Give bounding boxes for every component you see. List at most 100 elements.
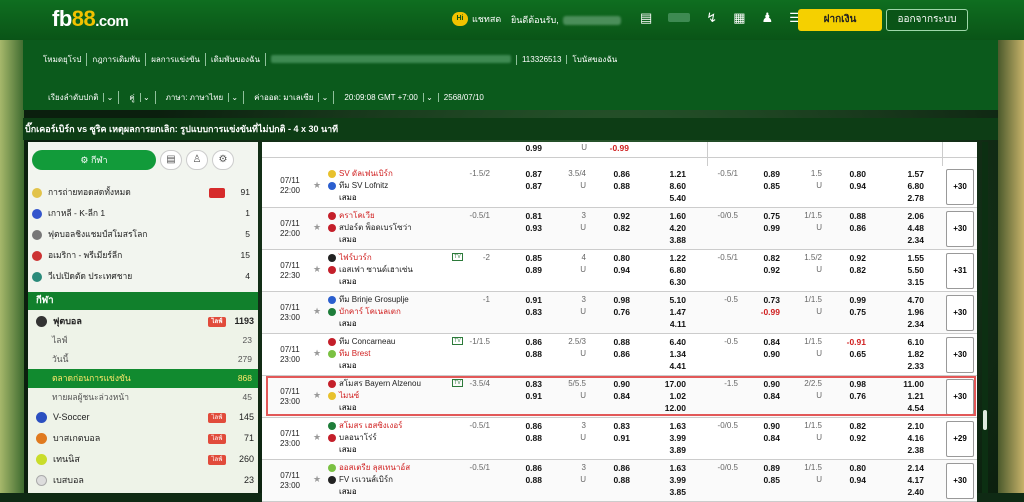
odds-cell[interactable]: 0.94: [824, 180, 866, 192]
odds-cell[interactable]: 8.60: [642, 180, 686, 192]
odds-cell[interactable]: 4.17: [880, 474, 924, 486]
odds-cell[interactable]: 0.82: [824, 264, 866, 276]
odds-cell[interactable]: 0.82: [738, 252, 780, 264]
odds-cell[interactable]: 0.99: [738, 222, 780, 234]
odds-select[interactable]: ค่าออด: มาเลเซีย ⌄: [244, 91, 335, 104]
schedule-icon[interactable]: ▤: [160, 150, 182, 170]
odds-cell[interactable]: 6.10: [880, 336, 924, 348]
home-team[interactable]: ทีม Concarneau: [328, 336, 448, 348]
odds-cell[interactable]: 0.84: [588, 390, 630, 402]
odds-cell[interactable]: 1.21: [880, 390, 924, 402]
user-icon[interactable]: ♟: [762, 10, 774, 26]
odds-cell[interactable]: 0.99: [502, 142, 542, 154]
odds-cell[interactable]: 0.89: [500, 264, 542, 276]
odds-cell[interactable]: -0.91: [824, 336, 866, 348]
odds-icon[interactable]: ▦: [733, 10, 745, 26]
odds-cell[interactable]: 0.99: [824, 294, 866, 306]
odds-cell[interactable]: 2.10: [880, 420, 924, 432]
odds-cell[interactable]: 2.78: [880, 192, 924, 204]
odds-cell[interactable]: 0.93: [500, 222, 542, 234]
odds-cell[interactable]: 4.20: [642, 222, 686, 234]
odds-cell[interactable]: 0.86: [824, 222, 866, 234]
language-select[interactable]: ภาษา: ภาษาไทย ⌄: [156, 91, 245, 104]
odds-cell[interactable]: 1.21: [642, 168, 686, 180]
sport-v-soccer[interactable]: V-Soccer ไลฟ์ 145: [28, 408, 258, 427]
favorite-star-icon[interactable]: ★: [313, 222, 321, 233]
home-team[interactable]: ออสเตรีย ลุสเทนาอ์ส: [328, 462, 448, 474]
odds-cell[interactable]: 0.90: [738, 378, 780, 390]
odds-cell[interactable]: 0.92: [824, 432, 866, 444]
wallet-icon[interactable]: ▤: [640, 10, 652, 26]
odds-cell[interactable]: 0.86: [500, 336, 542, 348]
odds-cell[interactable]: -0.99: [738, 306, 780, 318]
odds-cell[interactable]: 0.84: [738, 390, 780, 402]
odds-cell[interactable]: 5.50: [880, 264, 924, 276]
odds-cell[interactable]: 0.83: [500, 306, 542, 318]
odds-cell[interactable]: 0.98: [824, 378, 866, 390]
quick-item-volleyball[interactable]: วีเปเปิดตัด ประเทศชาย 4: [32, 267, 254, 286]
odds-cell[interactable]: 2.34: [880, 234, 924, 246]
sort-select[interactable]: เรียงลำดับปกติ ⌄: [38, 91, 120, 104]
odds-cell[interactable]: 3.89: [642, 444, 686, 456]
odds-cell[interactable]: 0.83: [588, 420, 630, 432]
sports-fav-button[interactable]: ⚙ กีฬา: [32, 150, 156, 170]
away-team[interactable]: เอสเฟา ซานด์เฮาเซ่น: [328, 264, 448, 276]
odds-cell[interactable]: 0.91: [500, 390, 542, 402]
odds-cell[interactable]: 0.84: [738, 336, 780, 348]
scrollbar-track[interactable]: [982, 142, 988, 493]
odds-cell[interactable]: 1.47: [642, 306, 686, 318]
settings-icon[interactable]: ⚙: [212, 150, 234, 170]
more-markets-button[interactable]: +30: [946, 463, 974, 499]
odds-cell[interactable]: 0.81: [500, 210, 542, 222]
favorite-star-icon[interactable]: ★: [313, 390, 321, 401]
odds-cell[interactable]: 0.86: [588, 348, 630, 360]
odds-cell[interactable]: 0.90: [588, 378, 630, 390]
odds-cell[interactable]: 0.85: [738, 474, 780, 486]
odds-cell[interactable]: 4.70: [880, 294, 924, 306]
odds-cell[interactable]: 1.02: [642, 390, 686, 402]
home-team[interactable]: ทีม Brinje Grosuplje: [328, 294, 448, 306]
more-markets-button[interactable]: +30: [946, 379, 974, 415]
odds-cell[interactable]: 1.63: [642, 462, 686, 474]
away-team[interactable]: สปอร์ต พ็อดเบรโซว่า: [328, 222, 448, 234]
home-team[interactable]: คราโคเวีย: [328, 210, 448, 222]
odds-cell[interactable]: 0.86: [500, 462, 542, 474]
favorite-star-icon[interactable]: ★: [313, 180, 321, 191]
odds-cell[interactable]: 0.88: [588, 474, 630, 486]
odds-cell[interactable]: 0.92: [824, 252, 866, 264]
away-team[interactable]: ไมนซ์: [328, 390, 448, 402]
quick-item-usa-premier[interactable]: อเมริกา - พรีเมียร์ลีก 15: [32, 246, 254, 265]
odds-cell[interactable]: 6.80: [880, 180, 924, 192]
odds-cell[interactable]: 0.88: [588, 336, 630, 348]
odds-cell[interactable]: 3.85: [642, 486, 686, 498]
odds-cell[interactable]: 0.88: [500, 432, 542, 444]
odds-cell[interactable]: 0.92: [588, 210, 630, 222]
odds-cell[interactable]: 0.80: [588, 252, 630, 264]
odds-cell[interactable]: 0.91: [500, 294, 542, 306]
odds-cell[interactable]: 2.34: [880, 318, 924, 330]
odds-cell[interactable]: 2.33: [880, 360, 924, 372]
odds-cell[interactable]: 0.87: [500, 180, 542, 192]
favorite-star-icon[interactable]: ★: [313, 264, 321, 275]
odds-cell[interactable]: 11.00: [880, 378, 924, 390]
more-markets-button[interactable]: +30: [946, 337, 974, 373]
nav-my-bonus[interactable]: โบนัสของฉัน: [567, 53, 622, 66]
soccer-sub-today[interactable]: วันนี้ 279: [28, 350, 258, 369]
odds-cell[interactable]: 1.22: [642, 252, 686, 264]
home-team[interactable]: สโมสร Bayern Alzenou: [328, 378, 448, 390]
sport-basketball[interactable]: บาสเกตบอล ไลฟ์ 71: [28, 429, 258, 448]
logout-button[interactable]: ออกจากระบบ: [886, 9, 968, 31]
odds-cell[interactable]: 0.86: [500, 420, 542, 432]
odds-cell[interactable]: 1.63: [642, 420, 686, 432]
quick-item-live-stream[interactable]: การถ่ายทอดสดทั้งหมด 91: [32, 183, 254, 202]
favorite-star-icon[interactable]: ★: [313, 474, 321, 485]
odds-cell[interactable]: 0.87: [500, 168, 542, 180]
nav-european-mode[interactable]: โหมดยุโรป: [38, 53, 88, 66]
odds-cell[interactable]: 4.48: [880, 222, 924, 234]
odds-cell[interactable]: 2.14: [880, 462, 924, 474]
away-team[interactable]: ทีม Brest: [328, 348, 448, 360]
more-markets-button[interactable]: +30: [946, 169, 974, 205]
odds-cell[interactable]: 0.91: [588, 432, 630, 444]
odds-cell[interactable]: 6.30: [642, 276, 686, 288]
odds-cell[interactable]: 0.75: [738, 210, 780, 222]
